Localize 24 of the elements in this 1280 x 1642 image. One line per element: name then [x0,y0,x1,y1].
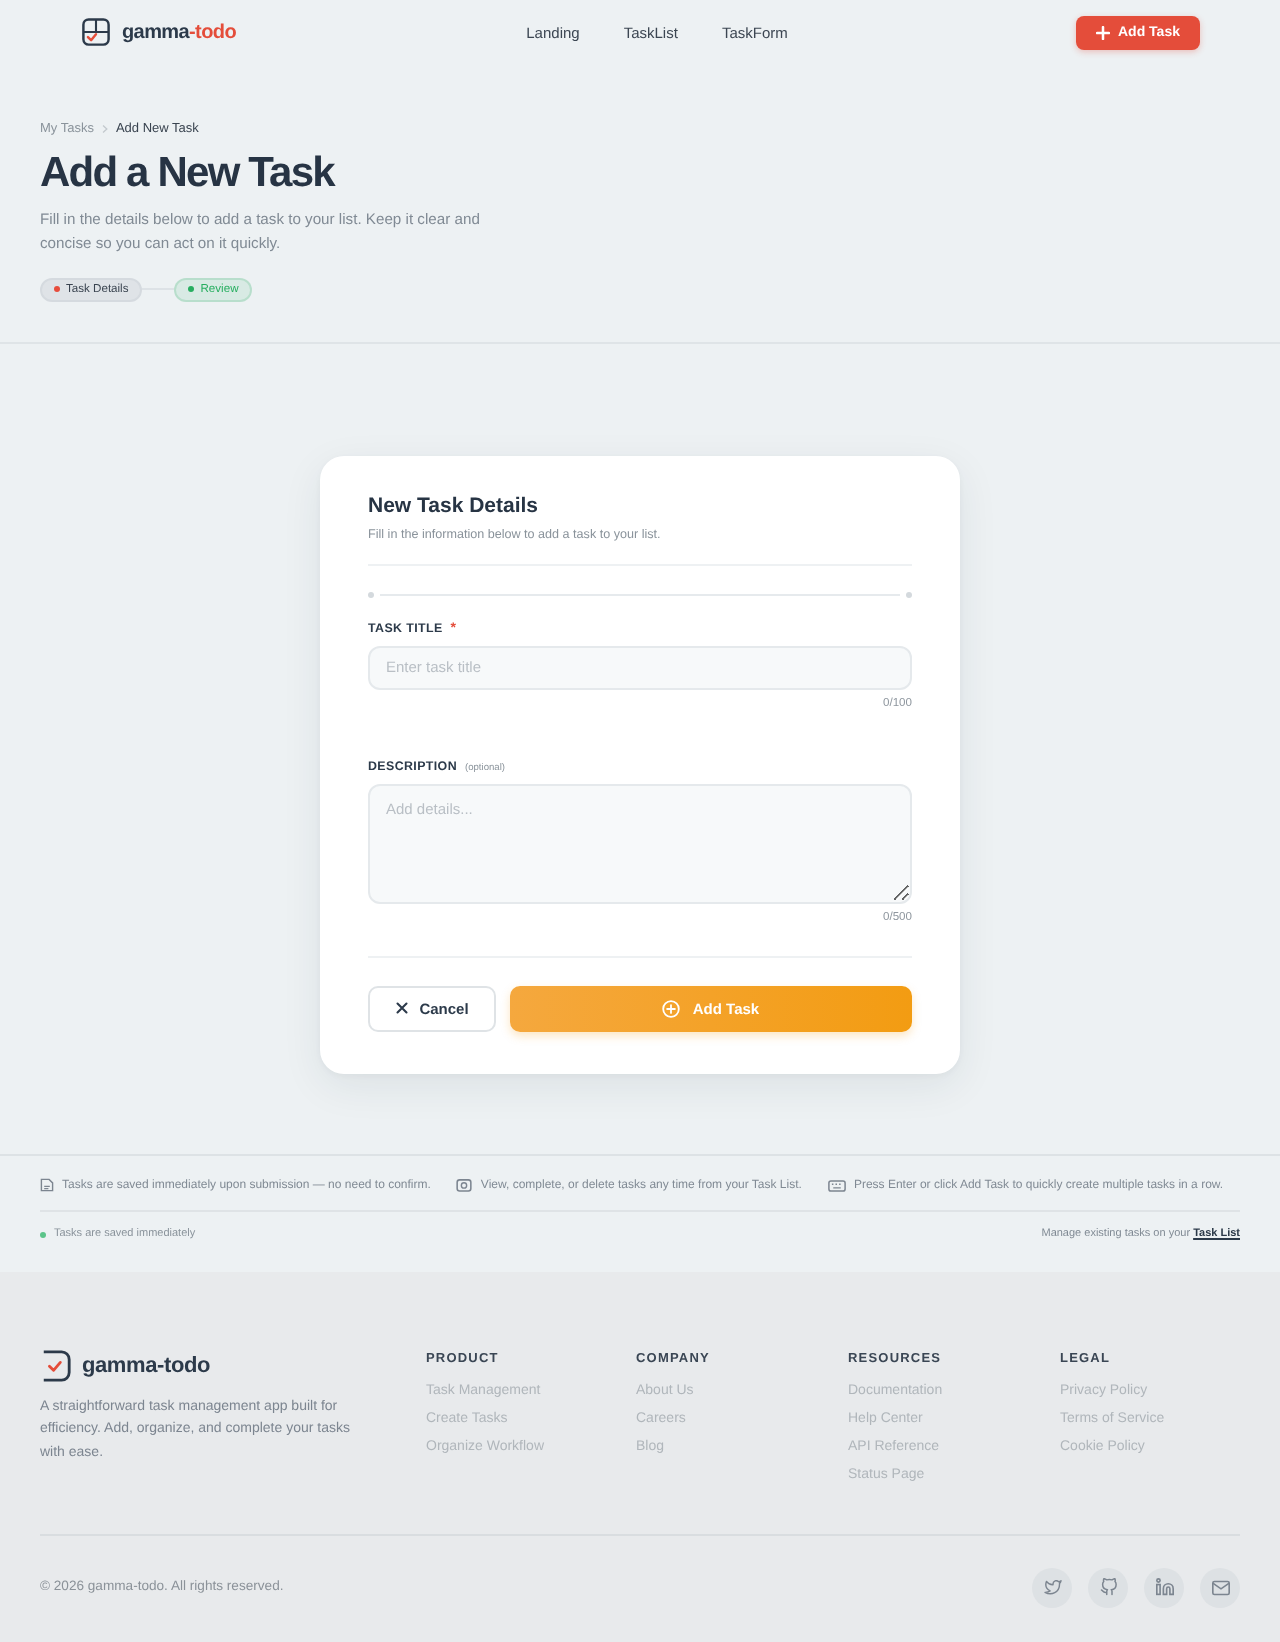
social-link[interactable] [1032,1567,1072,1608]
plus-circle-icon [662,999,681,1018]
grid-check-icon [82,18,110,46]
logo-text[interactable]: gamma-todo [122,21,237,43]
form-title: New Task Details [368,493,541,520]
document-icon [40,1178,54,1193]
envelope-icon [1211,1579,1229,1596]
keyboard-icon [827,1179,846,1192]
close-icon [395,1002,408,1015]
cat-icon [1099,1578,1117,1597]
status-dot-icon [40,1231,46,1238]
plus-icon [1096,25,1110,39]
page-title: Add a New Task [40,150,337,198]
in-letters-icon [1155,1578,1173,1597]
footer-logo-text[interactable]: gamma-todo [82,1353,211,1378]
bird-icon [1043,1579,1061,1596]
social-link[interactable] [1088,1567,1128,1608]
step-dot-icon [906,592,912,599]
checkbox-icon [40,1349,72,1382]
step-dot-icon [368,592,374,599]
social-link[interactable] [1144,1567,1184,1608]
camera-icon [456,1178,473,1193]
social-link[interactable] [1200,1567,1240,1608]
chevron-icon [101,123,108,133]
